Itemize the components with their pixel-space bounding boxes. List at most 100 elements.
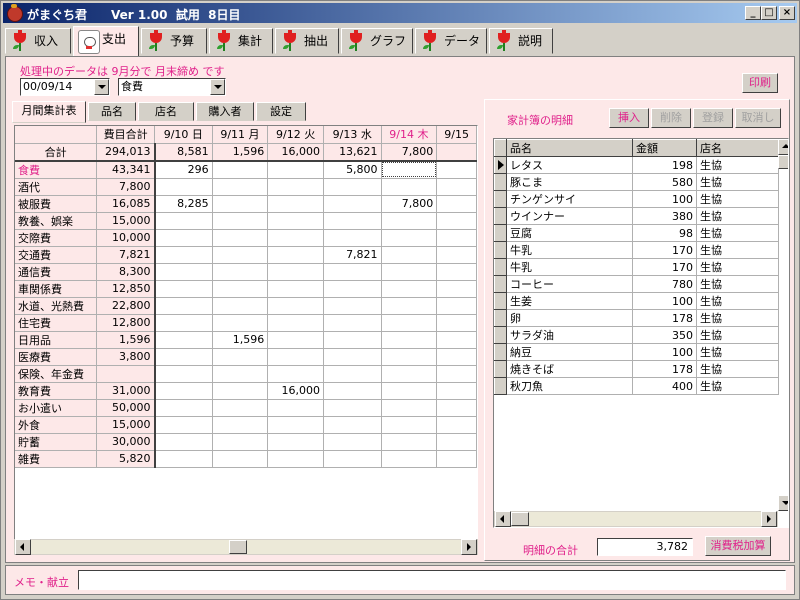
grid-cell[interactable] [267,399,324,417]
grid-cell[interactable] [381,280,438,298]
grid-cell[interactable] [154,382,213,400]
grid-cell[interactable] [154,450,213,468]
insert-button[interactable]: 挿入 [609,108,649,128]
grid-cell[interactable] [212,297,269,315]
grid-cell[interactable] [267,229,324,247]
tab-summary[interactable]: 集計 [209,28,273,54]
grid-cell[interactable] [436,450,477,468]
row-indicator[interactable] [494,241,507,259]
detail-col-header[interactable]: 店名 [696,139,779,157]
grid-cell[interactable] [381,399,438,417]
detail-item-name[interactable]: サラダ油 [506,326,633,344]
detail-item-name[interactable]: コーヒー [506,275,633,293]
grid-cell[interactable] [154,297,213,315]
detail-item-shop[interactable]: 生協 [696,292,779,310]
detail-item-amount[interactable]: 580 [632,173,697,191]
grid-cell[interactable]: 8,285 [154,195,213,213]
grid-cell[interactable] [212,416,269,434]
monthly-grid[interactable]: 費目合計 9/10 日 9/11 月 9/12 火 9/13 水 9/14 木 9/15 合計… [14,125,478,547]
detail-item-shop[interactable]: 生協 [696,207,779,225]
grid-cell[interactable] [381,160,438,179]
tab-expense[interactable]: 支出 [73,26,139,56]
grid-cell[interactable]: 16,000 [267,382,324,400]
detail-item-name[interactable]: 豚こま [506,173,633,191]
grid-cell[interactable] [154,331,213,349]
detail-item-name[interactable]: 豆腐 [506,224,633,242]
grid-cell[interactable] [212,160,269,179]
grid-cell[interactable] [267,297,324,315]
grid-cell[interactable] [436,399,477,417]
grid-category-label[interactable]: 車関係費 [15,280,98,298]
detail-row[interactable]: 牛乳 170 生協 [494,241,779,259]
scroll-down-icon[interactable] [778,495,788,511]
grid-cell[interactable] [436,348,477,366]
detail-row[interactable]: 秋刀魚 400 生協 [494,377,779,395]
grid-cell[interactable] [323,331,382,349]
grid-category-label[interactable]: 医療費 [15,348,98,366]
grid-cell[interactable] [323,365,382,383]
grid-cell[interactable] [381,382,438,400]
subtab-settings[interactable]: 設定 [256,102,306,121]
grid-category-label[interactable]: 水道、光熱費 [15,297,98,315]
detail-item-shop[interactable]: 生協 [696,343,779,361]
detail-row[interactable]: ウインナー 380 生協 [494,207,779,225]
grid-cell[interactable] [381,450,438,468]
detail-item-amount[interactable]: 380 [632,207,697,225]
detail-item-name[interactable]: 納豆 [506,343,633,361]
grid-category-label[interactable]: 交際費 [15,229,98,247]
scroll-up-icon[interactable] [778,139,788,155]
detail-item-shop[interactable]: 生協 [696,224,779,242]
grid-cell[interactable] [154,263,213,281]
detail-item-name[interactable]: 卵 [506,309,633,327]
grid-cell[interactable] [381,263,438,281]
grid-cell[interactable] [267,160,324,179]
detail-item-shop[interactable]: 生協 [696,377,779,395]
grid-cell[interactable] [436,382,477,400]
grid-cell[interactable] [436,416,477,434]
grid-category-label[interactable]: お小遣い [15,399,98,417]
grid-cell[interactable] [212,178,269,196]
detail-item-amount[interactable]: 170 [632,258,697,276]
grid-cell[interactable] [436,280,477,298]
title-bar[interactable]: がまぐち君 Ver 1.00 試用 8日目 _ □ × [3,3,797,23]
grid-cell[interactable] [323,263,382,281]
grid-category-label[interactable]: 酒代 [15,178,98,196]
subtab-item[interactable]: 品名 [88,102,136,121]
grid-cell[interactable] [267,195,324,213]
memo-input[interactable] [78,570,786,590]
grid-cell[interactable] [267,348,324,366]
grid-category-label[interactable]: 保険、年金費 [15,365,98,383]
grid-cell[interactable] [154,433,213,451]
row-indicator[interactable] [494,207,507,225]
detail-row[interactable]: 納豆 100 生協 [494,343,779,361]
tab-budget[interactable]: 予算 [141,28,207,54]
grid-cell[interactable] [154,348,213,366]
detail-item-name[interactable]: 焼きそば [506,360,633,378]
grid-cell[interactable] [154,365,213,383]
row-indicator[interactable] [494,190,507,208]
grid-cell[interactable] [212,433,269,451]
grid-cell[interactable] [381,229,438,247]
grid-cell[interactable]: 296 [154,160,213,179]
grid-cell[interactable] [323,212,382,230]
grid-cell[interactable] [267,246,324,264]
grid-cell[interactable] [323,450,382,468]
grid-cell[interactable] [212,450,269,468]
scroll-thumb[interactable] [229,540,247,554]
grid-cell[interactable] [212,314,269,332]
grid-cell[interactable] [212,280,269,298]
detail-item-amount[interactable]: 98 [632,224,697,242]
grid-cell[interactable] [267,365,324,383]
tab-extract[interactable]: 抽出 [275,28,339,54]
grid-category-label[interactable]: 被服費 [15,195,98,213]
detail-item-amount[interactable]: 400 [632,377,697,395]
scroll-thumb[interactable] [778,155,788,169]
grid-cell[interactable] [267,263,324,281]
grid-cell[interactable] [212,382,269,400]
grid-cell[interactable] [212,212,269,230]
detail-item-name[interactable]: チンゲンサイ [506,190,633,208]
grid-cell[interactable] [267,280,324,298]
grid-cell[interactable] [381,433,438,451]
subtab-monthly[interactable]: 月間集計表 [12,101,86,123]
detail-row[interactable]: 卵 178 生協 [494,309,779,327]
